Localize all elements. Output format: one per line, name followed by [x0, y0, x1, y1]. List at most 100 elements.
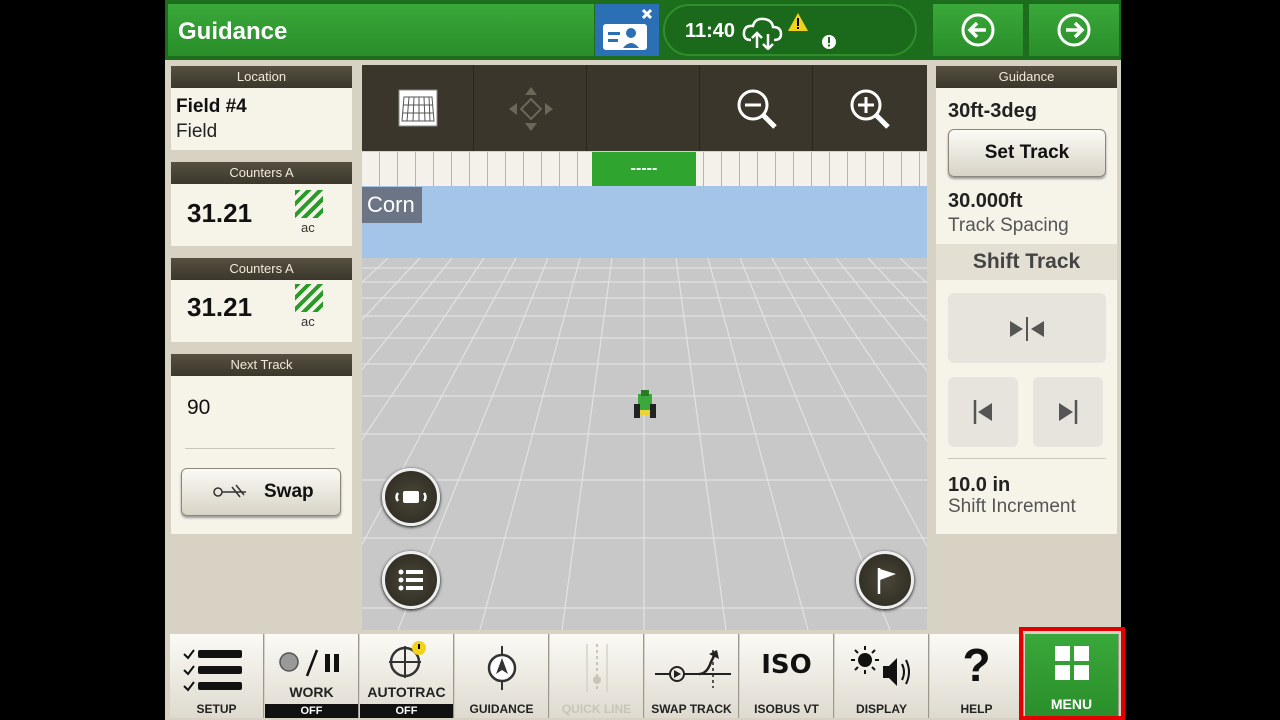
back-button[interactable]: [933, 4, 1023, 56]
forward-button[interactable]: [1029, 4, 1119, 56]
location-panel[interactable]: Field #4 Field: [171, 88, 352, 150]
page-title: Guidance: [178, 18, 288, 45]
warning-icon: [788, 13, 808, 31]
divider: [185, 448, 335, 449]
shift-increment-value: 10.0 in: [948, 474, 1011, 496]
counter-b-value: 31.21: [187, 292, 253, 322]
counter-b-header: Counters A: [171, 258, 352, 280]
guidance-screen: Guidance 11:40 Location Field #4 Field C…: [165, 0, 1121, 720]
isobus-vt-button[interactable]: ISO ISOBUS VT: [740, 634, 834, 718]
cloud-sync-icon: [742, 17, 783, 50]
shift-right-button[interactable]: [1033, 377, 1103, 447]
question-mark-icon: ?: [962, 639, 991, 691]
display-button[interactable]: DISPLAY: [835, 634, 929, 718]
shift-left-icon: [973, 400, 992, 424]
track-name: 30ft-3deg: [948, 100, 1037, 122]
quick-line-button[interactable]: QUICK LINE: [550, 634, 644, 718]
flag-icon: [877, 568, 896, 594]
shift-right-icon: [1059, 400, 1078, 424]
shift-left-button[interactable]: [948, 377, 1018, 447]
help-button[interactable]: ? HELP: [930, 634, 1024, 718]
quick-line-icon: [586, 644, 608, 692]
iso-logo-icon: ISO: [761, 650, 812, 680]
guidance-button[interactable]: GUIDANCE: [455, 634, 549, 718]
next-track-header: Next Track: [171, 354, 352, 376]
swap-label: Swap: [264, 481, 314, 502]
rotate-view-button[interactable]: [382, 468, 440, 526]
swap-track-label: SWAP TRACK: [651, 702, 732, 716]
location-header: Location: [171, 66, 352, 88]
set-track-button[interactable]: Set Track: [948, 129, 1106, 177]
status-center[interactable]: 11:40: [663, 4, 917, 56]
arrow-left-icon: [961, 13, 995, 47]
divider: [948, 458, 1106, 459]
counter-b-panel[interactable]: 31.21 ac: [171, 280, 352, 342]
swap-button[interactable]: Swap: [181, 468, 341, 516]
next-track-value: 90: [187, 396, 211, 419]
zoom-out-button[interactable]: [701, 65, 813, 151]
menu-button[interactable]: MENU: [1025, 634, 1119, 718]
guidance-label: GUIDANCE: [469, 702, 534, 716]
field-grid: [362, 258, 927, 630]
shortcut-bar: SETUP WORK OFF AUTOTRAC OFF GUIDANCE QUI…: [165, 632, 1121, 720]
user-profile-button[interactable]: [595, 4, 659, 56]
area-coverage-icon: [295, 190, 323, 218]
brightness-volume-icon: [851, 646, 910, 686]
counter-a-value: 31.21: [187, 198, 253, 228]
map-toolbar: [362, 65, 927, 151]
toolbar-blank: [588, 65, 700, 151]
play-pause-icon: [279, 649, 339, 677]
map-view[interactable]: [362, 258, 927, 630]
grid-menu-icon: [1055, 646, 1089, 680]
isobus-vt-label: ISOBUS VT: [754, 702, 819, 716]
user-card-icon: [603, 8, 653, 50]
swap-track-button[interactable]: SWAP TRACK: [645, 634, 739, 718]
guidance-steering-icon: [487, 646, 517, 690]
shift-center-button[interactable]: [948, 293, 1106, 363]
crop-label: Corn: [362, 187, 422, 223]
guidance-lightbar: -----: [362, 152, 927, 186]
quick-line-label: QUICK LINE: [561, 702, 632, 716]
next-track-panel: 90 Swap: [171, 376, 352, 534]
field-type: Field: [176, 121, 218, 142]
field-name: Field #4: [176, 96, 247, 117]
info-alert-icon: [822, 35, 836, 49]
autotrac-steering-icon: [389, 641, 426, 678]
map-layers-button[interactable]: [382, 551, 440, 609]
rotate-view-icon: [395, 491, 427, 503]
help-label: HELP: [960, 702, 993, 716]
counter-b-unit: ac: [301, 314, 315, 329]
work-button[interactable]: WORK OFF: [265, 634, 359, 718]
tractor-icon: [634, 390, 656, 418]
setup-button[interactable]: SETUP: [170, 634, 264, 718]
shift-center-icon: [1010, 317, 1044, 341]
area-coverage-icon: [295, 284, 323, 312]
guidance-header: Guidance: [936, 66, 1117, 88]
list-icon: [398, 569, 423, 591]
title-bar: Guidance: [168, 4, 594, 56]
zoom-in-icon: [850, 89, 890, 129]
track-spacing-value: 30.000ft: [948, 190, 1023, 212]
work-state: OFF: [265, 704, 358, 718]
guidance-panel: 30ft-3deg Set Track 30.000ft Track Spaci…: [936, 88, 1117, 534]
swap-track-icon: [213, 484, 246, 498]
zoom-out-icon: [737, 89, 777, 129]
view-mode-button[interactable]: [362, 65, 474, 151]
flag-button[interactable]: [856, 551, 914, 609]
autotrac-button[interactable]: AUTOTRAC OFF: [360, 634, 454, 718]
zoom-in-button[interactable]: [814, 65, 926, 151]
counter-a-unit: ac: [301, 220, 315, 235]
clock-time: 11:40: [685, 20, 736, 42]
display-label: DISPLAY: [856, 702, 907, 716]
track-spacing-label: Track Spacing: [948, 215, 1069, 236]
autotrac-label: AUTOTRAC: [367, 684, 446, 700]
checklist-icon: [183, 649, 242, 692]
counter-a-panel[interactable]: 31.21 ac: [171, 184, 352, 246]
autotrac-state: OFF: [360, 704, 453, 718]
lightbar-center: -----: [592, 152, 696, 186]
pan-button[interactable]: [475, 65, 587, 151]
shift-track-title: Shift Track: [936, 244, 1117, 280]
pan-arrows-icon: [509, 87, 553, 131]
work-label: WORK: [289, 684, 334, 700]
menu-label: MENU: [1050, 696, 1093, 712]
